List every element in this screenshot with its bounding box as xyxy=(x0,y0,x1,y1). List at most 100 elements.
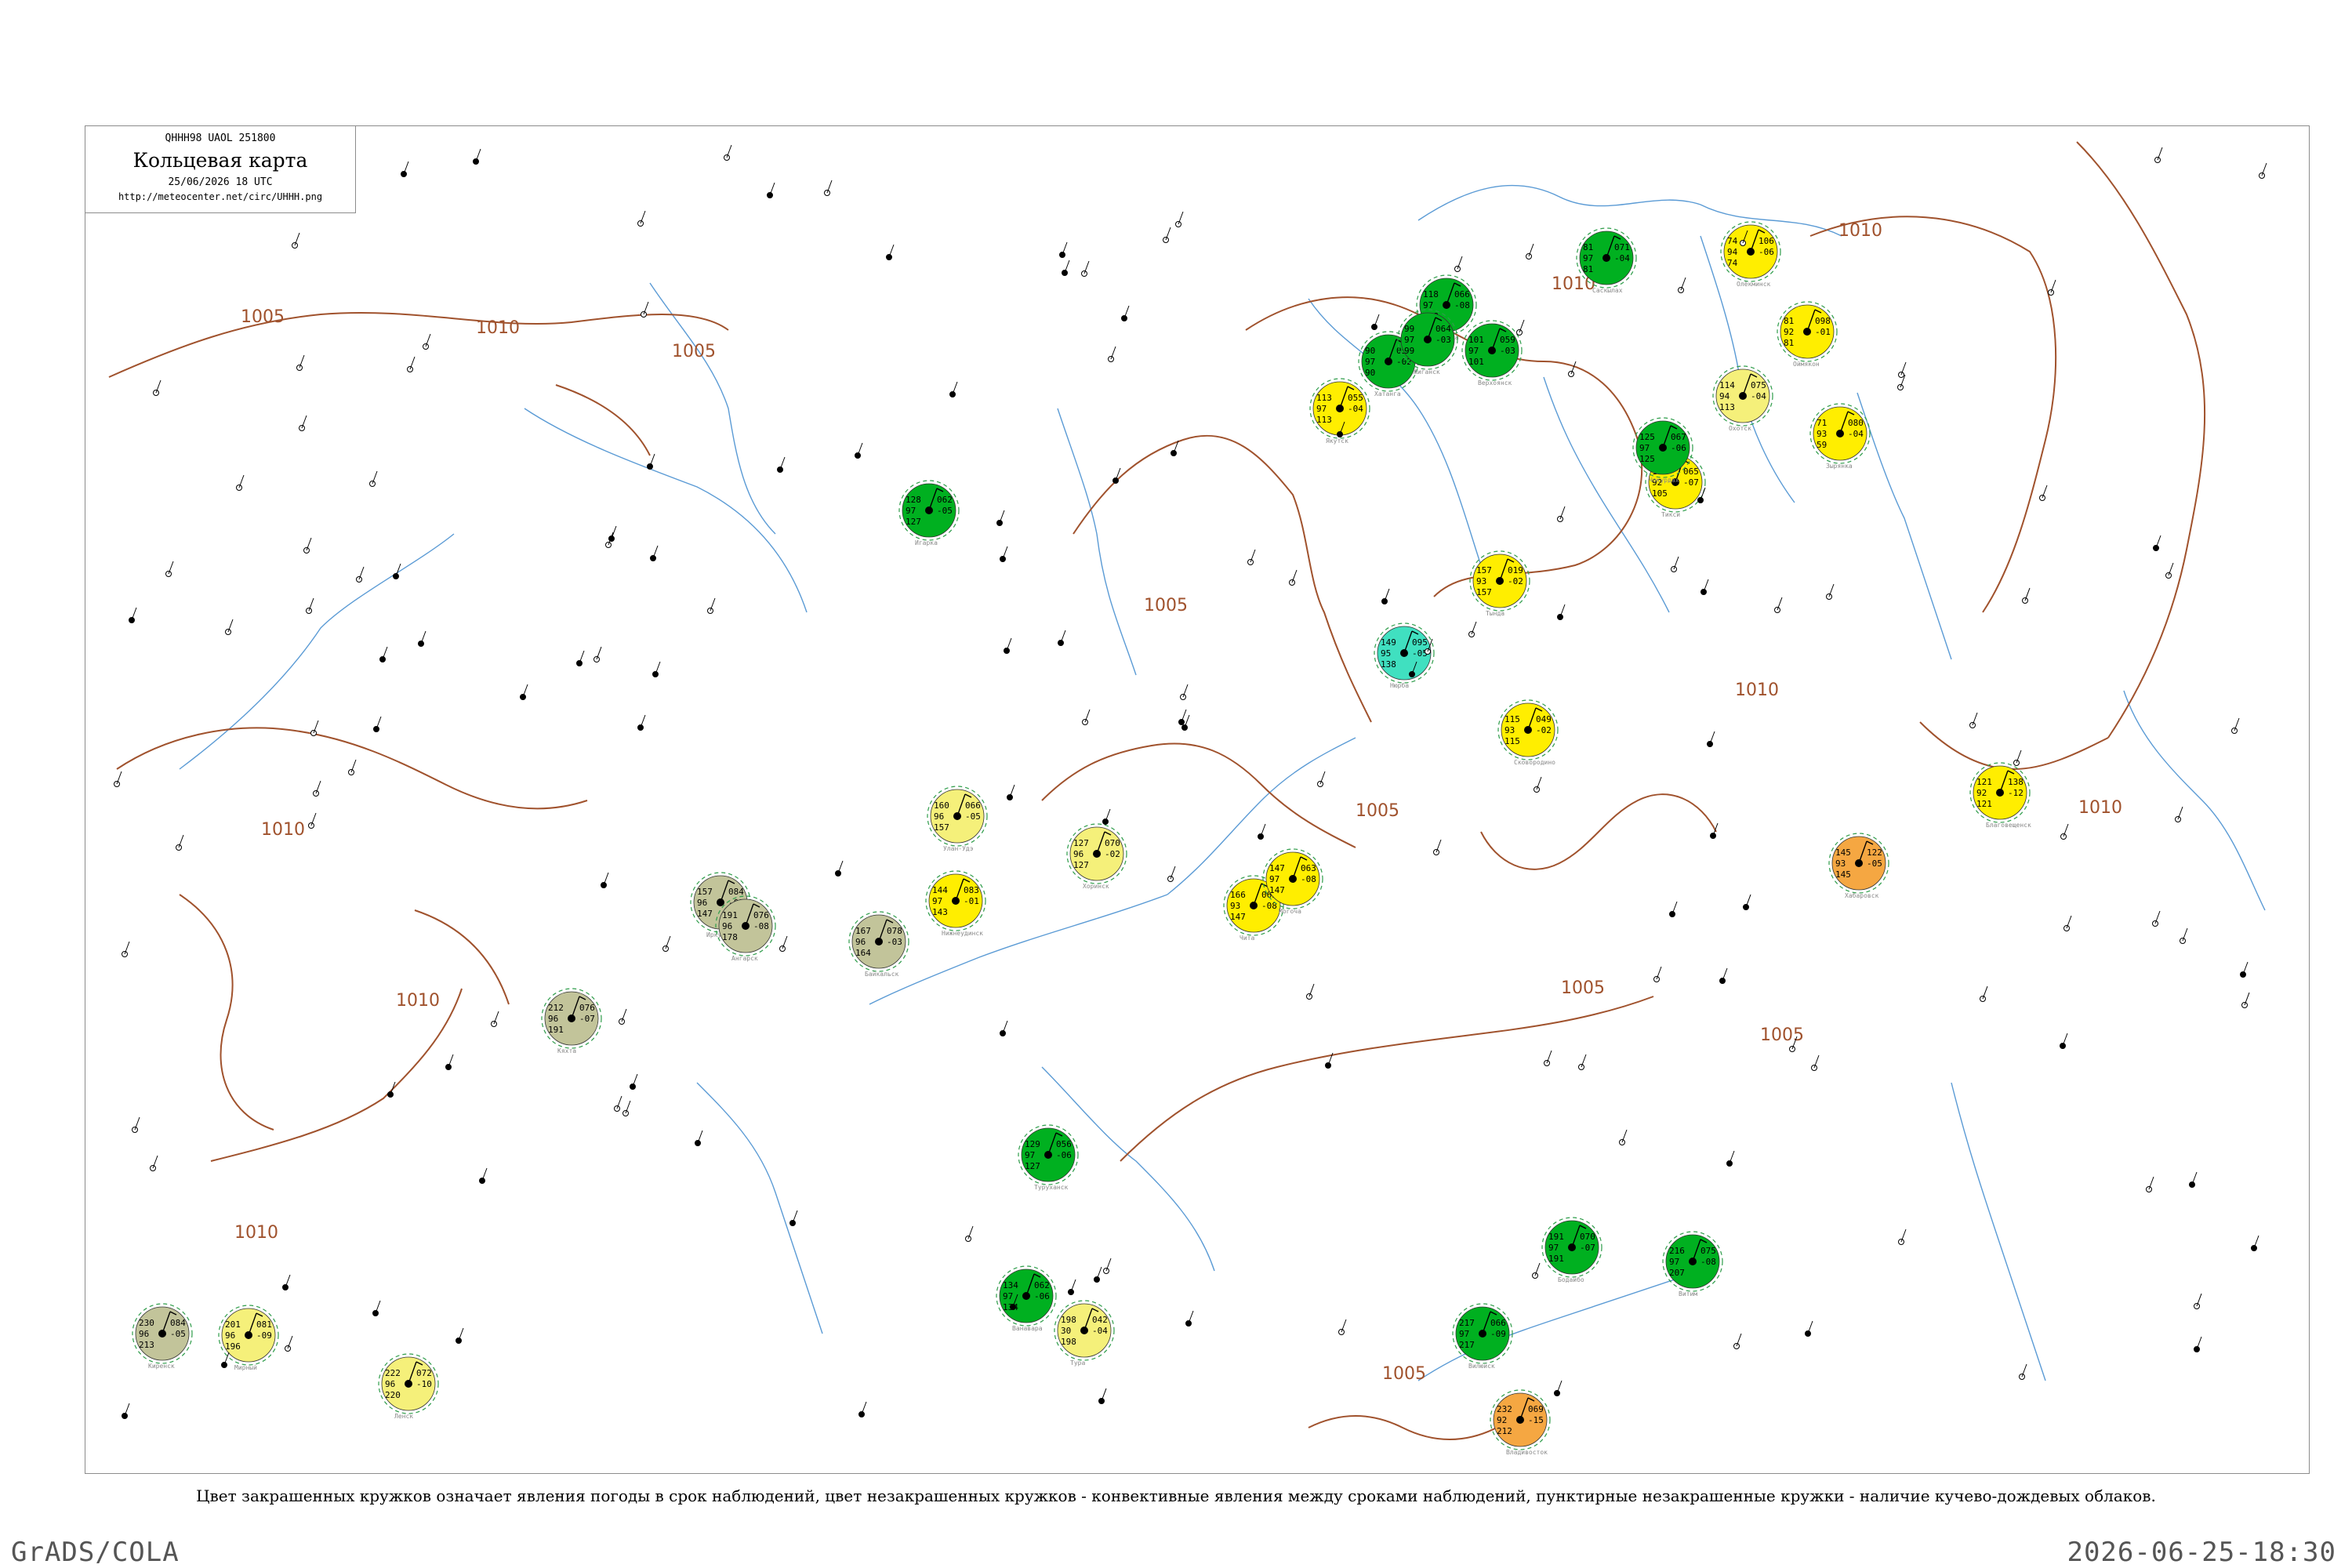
minor-station-marker xyxy=(1653,966,1662,982)
station-22[interactable]: 22296220 072-10 Ленск xyxy=(378,1353,439,1420)
minor-station-marker xyxy=(1534,776,1542,793)
station-temp: 93 xyxy=(1817,429,1827,439)
station-24[interactable]: 19830198 042-04 Тура xyxy=(1054,1300,1115,1367)
station-pressure: 216 xyxy=(1669,1246,1685,1256)
station-tdiff: -03 xyxy=(887,937,902,947)
station-pressure: 166 xyxy=(1230,890,1246,900)
station-36[interactable]: 19197191 070-07 Бодайбо xyxy=(1541,1217,1602,1283)
station-pressure: 121 xyxy=(1976,777,1992,787)
isobar-label: 1010 xyxy=(234,1223,278,1243)
station-5[interactable]: 21296191 076-07 Кяхта xyxy=(541,988,602,1054)
station-dew: 145 xyxy=(1835,869,1851,880)
station-pressure: 74 xyxy=(1727,236,1738,246)
station-tdiff: -03 xyxy=(1436,335,1451,345)
station-tendency: 063 xyxy=(1301,863,1316,873)
station-tdiff: -08 xyxy=(1700,1257,1716,1267)
station-26[interactable]: 12997127 056-06 Туруханск xyxy=(1018,1124,1079,1191)
station-tendency: 059 xyxy=(1500,335,1515,345)
station-6[interactable]: 16096157 066-05 Улан-Удэ xyxy=(927,786,988,852)
station-37[interactable]: 21697207 075-08 Витим xyxy=(1662,1231,1723,1298)
station-tendency: 080 xyxy=(1848,418,1864,428)
minor-station-marker xyxy=(2013,750,2022,766)
minor-station-marker xyxy=(1000,1020,1008,1036)
station-1[interactable]: 14497143 083-01 Нижнеудинск xyxy=(925,870,986,937)
station-pressure: 198 xyxy=(1061,1315,1076,1325)
station-pressure: 71 xyxy=(1817,418,1827,428)
minor-station-marker xyxy=(858,1401,867,1417)
station-20[interactable]: 14995138095-05Нюрба xyxy=(1374,622,1435,689)
minor-station-marker xyxy=(1062,260,1070,276)
station-35[interactable]: 21797217 066-09 Вилюйск xyxy=(1452,1303,1513,1370)
river xyxy=(1857,392,1952,660)
station-temp: 97 xyxy=(1548,1243,1559,1253)
station-dew: 198 xyxy=(1061,1337,1076,1347)
station-16[interactable]: 749474 106-06 Олёкминск xyxy=(1720,221,1781,288)
station-tendency: 042 xyxy=(1092,1315,1108,1325)
station-21[interactable]: 20196196 081-09 Мирный xyxy=(218,1305,279,1371)
station-temp: 92 xyxy=(1497,1415,1507,1425)
station-dew: 196 xyxy=(225,1341,241,1352)
station-12[interactable]: 12192121 138-12 Благовещенск xyxy=(1969,762,2031,829)
station-name: Бодайбо xyxy=(1558,1276,1584,1283)
minor-station-marker xyxy=(2154,147,2163,163)
station-27[interactable]: 12897127 062-05 Игарка xyxy=(898,480,960,546)
minor-station-marker xyxy=(695,1130,703,1146)
station-name: Тура xyxy=(1070,1359,1085,1367)
minor-station-marker xyxy=(407,356,416,372)
station-pressure: 160 xyxy=(934,800,949,811)
station-tdiff: -08 xyxy=(1301,874,1316,884)
station-tendency: 019 xyxy=(1508,565,1523,575)
station-17[interactable]: 819281 098-01 Оймякон xyxy=(1777,301,1838,368)
station-tdiff: -04 xyxy=(1614,253,1630,263)
minor-station-marker xyxy=(1898,1229,1907,1245)
minor-station-marker xyxy=(777,456,786,473)
minor-station-marker xyxy=(789,1210,798,1226)
minor-station-marker xyxy=(1733,1333,1742,1349)
isobar-label: 1010 xyxy=(2078,798,2122,818)
station-temp: 97 xyxy=(1025,1150,1035,1160)
station-temp: 92 xyxy=(1976,788,1987,798)
station-7[interactable]: 12796127 070-02 Хоринск xyxy=(1066,823,1127,890)
minor-station-marker xyxy=(949,381,958,397)
map-canvas: 1005100510051005100510051005101010101010… xyxy=(108,141,2267,1456)
station-temp: 30 xyxy=(1061,1326,1071,1336)
station-pressure: 81 xyxy=(1583,242,1593,252)
station-temp: 93 xyxy=(1835,858,1846,869)
station-pressure: 201 xyxy=(225,1319,241,1330)
minor-station-marker xyxy=(296,354,305,371)
station-name: Ангарск xyxy=(731,955,758,962)
station-14[interactable]: 23292212 069-15 Владивосток xyxy=(1490,1389,1551,1456)
station-13[interactable]: 14593145 122-05 Хабаровск xyxy=(1828,833,1889,899)
station-pressure: 114 xyxy=(1719,380,1735,390)
station-dew: 74 xyxy=(1727,258,1738,268)
source-url[interactable]: http://meteocenter.net/circ/UHHH.png xyxy=(85,191,355,202)
station-pressure: 222 xyxy=(385,1368,401,1378)
station-pressure: 149 xyxy=(1381,637,1396,648)
station-31[interactable]: 10197101 059-03 Верхоянск xyxy=(1461,320,1523,387)
grads-footer: GrADS/COLA xyxy=(11,1537,180,1568)
station-dew: 178 xyxy=(722,932,738,942)
station-name: Байкальск xyxy=(865,971,899,978)
station-4[interactable]: 16796164 078-03 Байкальск xyxy=(848,911,909,978)
minor-station-marker xyxy=(1826,583,1835,600)
station-dew: 127 xyxy=(1073,860,1089,870)
station-25[interactable]: 13497134062-06Ванавара xyxy=(996,1265,1057,1332)
station-10[interactable]: 11593115 049-02 Сковородино xyxy=(1497,699,1559,766)
minor-station-marker xyxy=(153,379,162,396)
station-name: Ванавара xyxy=(1012,1325,1043,1332)
station-tendency: 084 xyxy=(728,887,744,897)
minor-station-marker xyxy=(1544,1050,1552,1066)
minor-station-marker xyxy=(1671,556,1679,572)
station-11[interactable]: 15793157 019-02 Тында xyxy=(1469,550,1530,617)
station-dew: 207 xyxy=(1669,1268,1685,1278)
station-name: Хоринск xyxy=(1083,883,1109,890)
minor-station-marker xyxy=(2194,1336,2202,1352)
station-19[interactable]: 11494113 075-04 Охотск xyxy=(1712,365,1773,432)
minor-station-marker xyxy=(1516,319,1525,336)
station-18[interactable]: 719359 080-04 Зырянка xyxy=(1809,403,1871,470)
station-23[interactable]: 23096213 084-05 Киренск xyxy=(132,1303,193,1370)
isobar-labels: 1005100510051005100510051005101010101010… xyxy=(234,221,2122,1384)
station-pressure: 232 xyxy=(1497,1404,1512,1414)
station-tdiff: -04 xyxy=(1348,404,1363,414)
station-tendency: 062 xyxy=(1034,1280,1050,1290)
